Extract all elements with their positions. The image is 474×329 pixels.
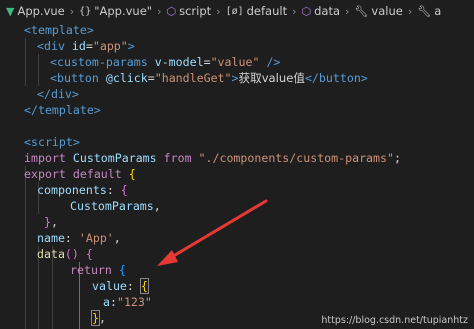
arrow-head [157, 250, 178, 266]
arrow-shaft [168, 199, 268, 260]
watermark: https://blog.csdn.net/tupianhtz [321, 315, 468, 326]
annotation-arrow [157, 199, 268, 266]
